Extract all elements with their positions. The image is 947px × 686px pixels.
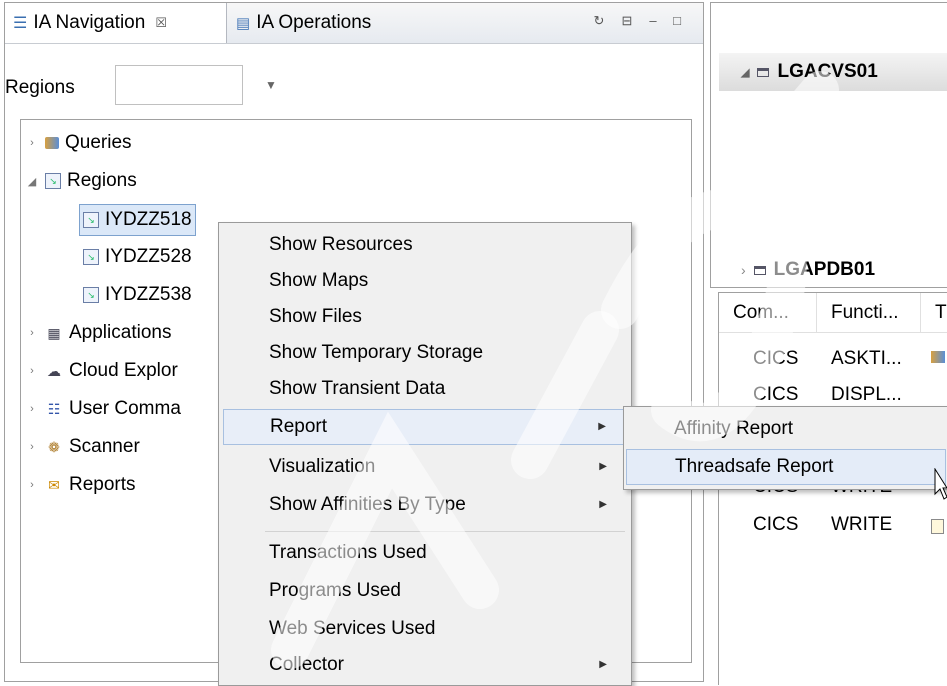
context-menu: Show Resources Show Maps Show Files Show… <box>218 222 632 686</box>
tree-node-region-iydzz538[interactable]: ↘ IYDZZ538 <box>83 280 192 310</box>
table-cell: WRITE <box>831 514 893 535</box>
expand-arrow-icon[interactable]: › <box>25 403 39 415</box>
expand-arrow-icon[interactable]: › <box>741 262 746 278</box>
mouse-cursor-icon <box>934 468 947 500</box>
column-header-command[interactable]: Com... <box>719 293 817 333</box>
menu-item-transactions-used[interactable]: Transactions Used <box>223 535 625 571</box>
close-tab-icon[interactable]: ☒ <box>155 15 167 31</box>
menu-item-affinity-report[interactable]: Affinity Report <box>626 411 946 447</box>
expand-arrow-icon[interactable]: › <box>25 441 39 453</box>
collapse-arrow-icon[interactable]: ◢ <box>741 66 749 79</box>
tab-label: IA Operations <box>256 12 372 33</box>
window-icon <box>753 265 766 275</box>
tree-node-reports[interactable]: › ✉ Reports <box>25 470 136 500</box>
column-header-type[interactable]: T <box>921 293 947 333</box>
column-header-function[interactable]: Functi... <box>817 293 921 333</box>
submenu-arrow-icon: ▶ <box>599 499 607 510</box>
submenu-arrow-icon: ▶ <box>599 659 607 670</box>
window-icon <box>757 67 770 77</box>
menu-item-web-services-used[interactable]: Web Services Used <box>223 611 625 647</box>
region-icon: ↘ <box>83 249 99 265</box>
tree-node-label: IYDZZ538 <box>105 284 192 305</box>
table-cell: CICS <box>753 514 799 535</box>
group-header-lgacvs01[interactable]: ◢ LGACVS01 <box>719 53 947 91</box>
menu-item-report[interactable]: Report ▶ <box>223 409 625 445</box>
menu-item-label: Report <box>270 416 328 437</box>
menu-item-show-maps[interactable]: Show Maps <box>223 263 625 299</box>
table-cell: ASKTI... <box>831 348 902 369</box>
tree-node-label: Cloud Explor <box>69 360 178 381</box>
operations-icon: ▤ <box>236 15 251 32</box>
collapse-arrow-icon[interactable]: ◢ <box>25 175 39 188</box>
operations-region-panel: ◢ LGACVS01 › LGAPDB01 <box>710 2 947 288</box>
tree-node-applications[interactable]: › ▦ Applications <box>25 318 171 348</box>
expand-arrow-icon[interactable]: › <box>25 365 39 377</box>
tree-node-scanner[interactable]: › ❁ Scanner <box>25 432 140 462</box>
tab-ia-operations[interactable]: ▤ IA Operations <box>228 3 379 43</box>
tree-node-cloud-explorer[interactable]: › ☁ Cloud Explor <box>25 356 178 386</box>
group-header-lgapdb01[interactable]: › LGAPDB01 <box>719 251 947 289</box>
menu-item-show-resources[interactable]: Show Resources <box>223 227 625 263</box>
menu-item-visualization[interactable]: Visualization ▶ <box>223 449 625 485</box>
tree-node-label: Reports <box>69 474 136 495</box>
tree-node-label: Queries <box>65 132 132 153</box>
submenu-arrow-icon: ▶ <box>599 461 607 472</box>
type-icon <box>931 351 945 363</box>
region-icon: ↘ <box>83 212 99 228</box>
report-submenu: Affinity Report Threadsafe Report <box>623 406 947 490</box>
region-icon: ↘ <box>83 287 99 303</box>
menu-item-show-temporary-storage[interactable]: Show Temporary Storage <box>223 335 625 371</box>
cloud-icon: ☁ <box>47 362 61 379</box>
regions-icon: ↘ <box>45 173 61 189</box>
group-label: LGACVS01 <box>777 61 878 82</box>
tab-label: IA Navigation <box>33 12 146 33</box>
menu-item-threadsafe-report[interactable]: Threadsafe Report <box>626 449 946 485</box>
minimize-icon[interactable]: ‒ <box>645 13 661 29</box>
regions-combo-input[interactable] <box>115 65 243 105</box>
collapse-all-icon[interactable]: ⊟ <box>619 13 635 29</box>
tree-node-label: IYDZZ518 <box>105 209 192 230</box>
regions-label: Regions <box>5 77 75 98</box>
tab-ia-navigation[interactable]: ☰ IA Navigation ☒ <box>5 3 227 43</box>
menu-item-collector[interactable]: Collector ▶ <box>223 647 625 683</box>
queries-icon <box>45 137 59 149</box>
table-cell: CICS <box>753 348 799 369</box>
expand-arrow-icon[interactable]: › <box>25 137 39 149</box>
tree-node-label: IYDZZ528 <box>105 246 192 267</box>
document-icon <box>931 519 944 534</box>
menu-item-programs-used[interactable]: Programs Used <box>223 573 625 609</box>
tree-node-label: User Comma <box>69 398 181 419</box>
menu-separator <box>265 531 625 532</box>
submenu-arrow-icon: ▶ <box>598 421 606 432</box>
tree-node-label: Scanner <box>69 436 140 457</box>
user-commands-icon: ☷ <box>47 400 61 417</box>
expand-arrow-icon[interactable]: › <box>25 327 39 339</box>
refresh-icon[interactable]: ↻ <box>591 13 607 29</box>
expand-arrow-icon[interactable]: › <box>25 479 39 491</box>
scanner-icon: ❁ <box>48 438 60 455</box>
chevron-down-icon[interactable]: ▼ <box>251 65 291 105</box>
tree-node-region-iydzz528[interactable]: ↘ IYDZZ528 <box>83 242 192 272</box>
reports-icon: ✉ <box>48 476 60 493</box>
menu-item-show-affinities-by-type[interactable]: Show Affinities By Type ▶ <box>223 487 625 523</box>
tree-node-regions[interactable]: ◢ ↘ Regions <box>25 166 137 196</box>
tree-node-region-iydzz518[interactable]: ↘ IYDZZ518 <box>79 204 196 236</box>
applications-icon: ▦ <box>47 324 61 341</box>
menu-item-show-transient-data[interactable]: Show Transient Data <box>223 371 625 407</box>
navigation-list-icon: ☰ <box>13 15 28 32</box>
tree-node-label: Applications <box>69 322 172 343</box>
regions-filter: Regions ▼ <box>5 65 305 109</box>
tree-node-user-commands[interactable]: › ☷ User Comma <box>25 394 181 424</box>
tree-node-queries[interactable]: › Queries <box>25 128 132 158</box>
menu-item-show-files[interactable]: Show Files <box>223 299 625 335</box>
maximize-icon[interactable]: □ <box>669 13 685 29</box>
menu-item-label: Show Affinities By Type <box>269 494 466 515</box>
menu-item-label: Visualization <box>269 456 376 477</box>
menu-item-label: Collector <box>269 654 344 675</box>
view-tab-bar: ☰ IA Navigation ☒ ▤ IA Operations ↻ ⊟ ‒ … <box>5 3 703 44</box>
group-label: LGAPDB01 <box>773 259 876 280</box>
tree-node-label: Regions <box>67 170 137 191</box>
